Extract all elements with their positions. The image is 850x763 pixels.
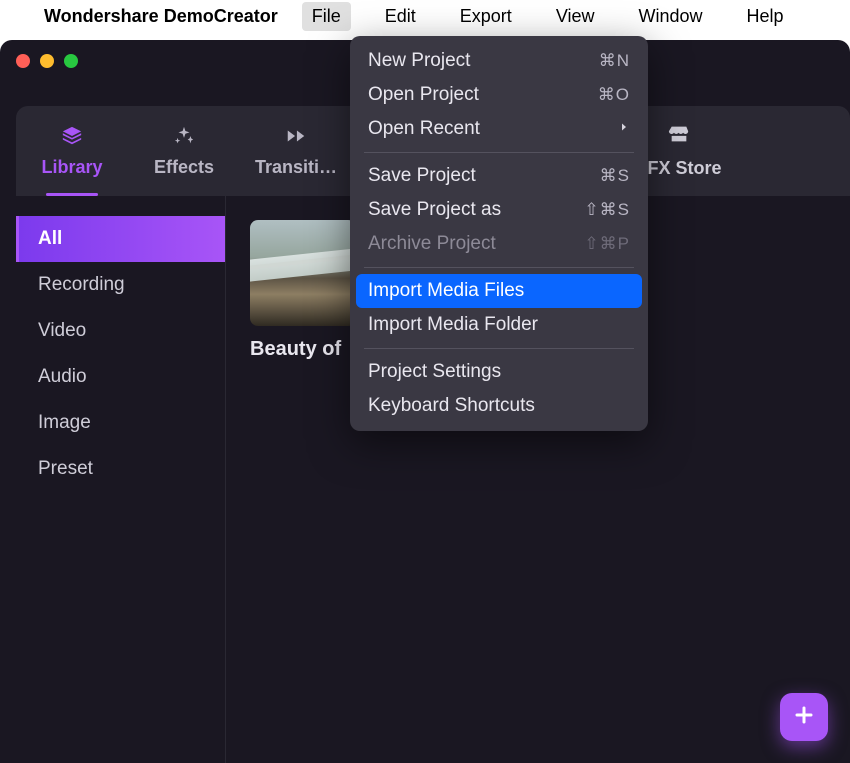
menu-item-shortcut: ⇧⌘P — [584, 234, 630, 254]
menu-item-label: Import Media Files — [368, 280, 524, 302]
plus-icon — [792, 703, 816, 732]
media-thumbnail — [250, 220, 356, 326]
window-minimize-button[interactable] — [40, 54, 54, 68]
layers-icon — [61, 125, 83, 147]
menu-item-shortcut: ⇧⌘S — [584, 200, 630, 220]
library-sidebar: All Recording Video Audio Image Preset — [16, 196, 226, 763]
tab-effects[interactable]: Effects — [128, 106, 240, 196]
sidebar-item-all[interactable]: All — [16, 216, 225, 262]
sidebar-item-video[interactable]: Video — [16, 308, 225, 354]
window-close-button[interactable] — [16, 54, 30, 68]
sparkle-icon — [173, 125, 195, 147]
chevron-right-icon — [618, 118, 630, 140]
menu-item-label: Import Media Folder — [368, 314, 538, 336]
menu-edit[interactable]: Edit — [375, 2, 426, 31]
menu-item-shortcut: ⌘O — [598, 85, 630, 105]
tab-transitions[interactable]: Transiti… — [240, 106, 352, 196]
window-maximize-button[interactable] — [64, 54, 78, 68]
menu-item-label: Open Recent — [368, 118, 480, 140]
menu-file[interactable]: File — [302, 2, 351, 31]
menu-item-label: New Project — [368, 50, 470, 72]
app-name: Wondershare DemoCreator — [44, 6, 278, 27]
tab-library[interactable]: Library — [16, 106, 128, 196]
menu-open-project[interactable]: Open Project ⌘O — [350, 78, 648, 112]
menu-import-media-files[interactable]: Import Media Files — [356, 274, 642, 308]
menu-help[interactable]: Help — [737, 2, 794, 31]
menu-keyboard-shortcuts[interactable]: Keyboard Shortcuts — [350, 389, 648, 423]
menu-separator — [364, 267, 634, 268]
menu-item-label: Open Project — [368, 84, 479, 106]
tab-library-label: Library — [41, 157, 102, 178]
menu-item-label: Save Project — [368, 165, 476, 187]
menu-item-shortcut: ⌘S — [600, 166, 630, 186]
mac-menubar: Wondershare DemoCreator File Edit Export… — [0, 0, 850, 32]
menu-new-project[interactable]: New Project ⌘N — [350, 44, 648, 78]
tab-sfx-store-label: SFX Store — [635, 158, 721, 179]
sidebar-item-preset[interactable]: Preset — [16, 446, 225, 492]
menu-import-media-folder[interactable]: Import Media Folder — [350, 308, 648, 342]
sidebar-item-image[interactable]: Image — [16, 400, 225, 446]
menu-item-label: Archive Project — [368, 233, 496, 255]
transition-icon — [285, 125, 307, 147]
tab-transitions-label: Transiti… — [255, 157, 337, 178]
menu-separator — [364, 152, 634, 153]
menu-save-project[interactable]: Save Project ⌘S — [350, 159, 648, 193]
menu-save-project-as[interactable]: Save Project as ⇧⌘S — [350, 193, 648, 227]
store-icon — [668, 123, 690, 150]
menu-view[interactable]: View — [546, 2, 605, 31]
menu-separator — [364, 348, 634, 349]
add-button[interactable] — [780, 693, 828, 741]
menu-window[interactable]: Window — [629, 2, 713, 31]
menu-item-label: Save Project as — [368, 199, 501, 221]
menu-item-label: Project Settings — [368, 361, 501, 383]
file-menu-dropdown: New Project ⌘N Open Project ⌘O Open Rece… — [350, 36, 648, 431]
sidebar-item-recording[interactable]: Recording — [16, 262, 225, 308]
sidebar-item-audio[interactable]: Audio — [16, 354, 225, 400]
tab-effects-label: Effects — [154, 157, 214, 178]
menu-export[interactable]: Export — [450, 2, 522, 31]
menu-open-recent[interactable]: Open Recent — [350, 112, 648, 146]
window-traffic-lights — [16, 54, 78, 68]
menu-item-shortcut: ⌘N — [599, 51, 630, 71]
menu-project-settings[interactable]: Project Settings — [350, 355, 648, 389]
menu-archive-project: Archive Project ⇧⌘P — [350, 227, 648, 261]
menu-item-label: Keyboard Shortcuts — [368, 395, 535, 417]
